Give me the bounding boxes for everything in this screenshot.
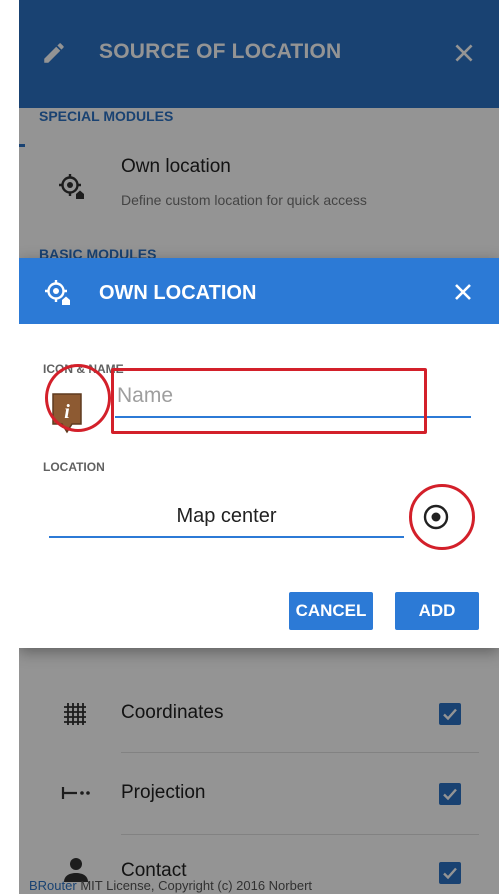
dialog-close-icon[interactable] (451, 280, 475, 309)
dialog-title: OWN LOCATION (99, 282, 257, 304)
app-screen: SOURCE OF LOCATION SPECIAL MODULES Own l… (19, 0, 499, 894)
highlight-box (111, 368, 427, 434)
location-label: LOCATION (43, 460, 105, 474)
add-button[interactable]: ADD (395, 592, 479, 630)
own-location-dialog: OWN LOCATION ICON & NAME i LOCATION Map … (19, 258, 499, 648)
highlight-circle (45, 364, 111, 432)
dialog-header: OWN LOCATION (19, 258, 499, 324)
own-location-icon (43, 278, 73, 313)
cancel-button[interactable]: CANCEL (289, 592, 373, 630)
location-select[interactable]: Map center (49, 496, 404, 538)
highlight-circle (409, 484, 475, 550)
